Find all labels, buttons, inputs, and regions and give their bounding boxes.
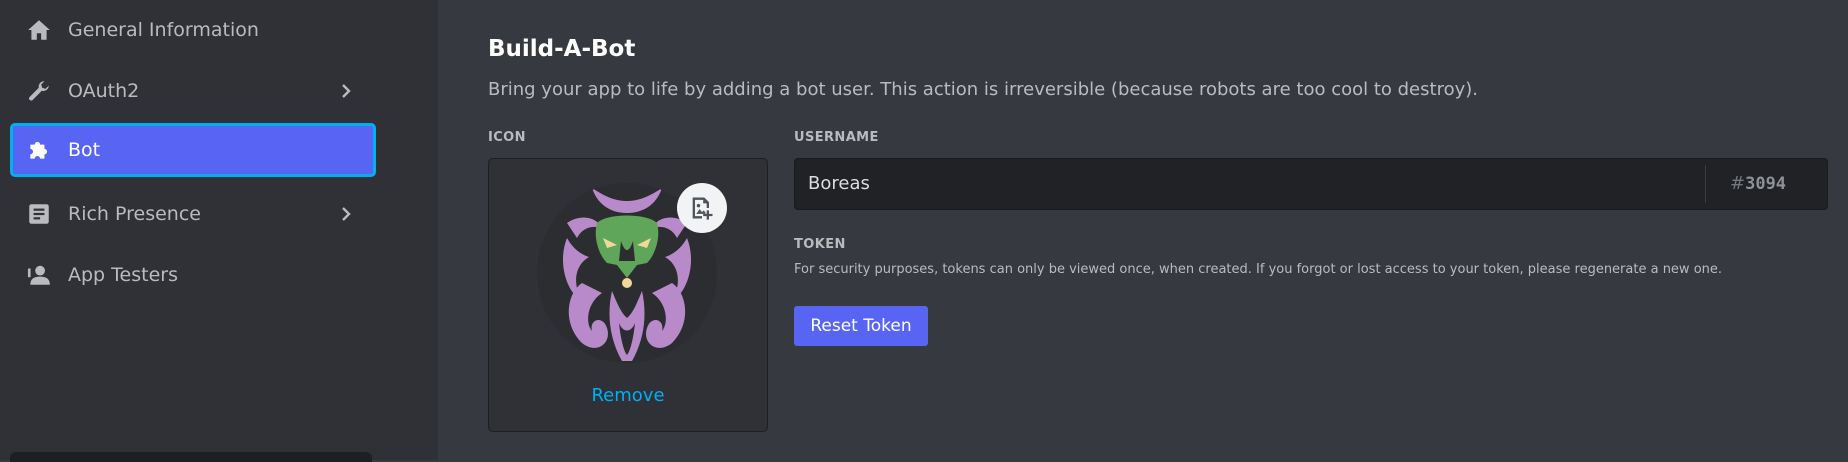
token-section-label: TOKEN (794, 237, 846, 252)
home-icon (28, 20, 50, 40)
divider (1705, 165, 1706, 203)
discriminator-hash: # (1730, 173, 1746, 194)
username-section-label: USERNAME (794, 130, 879, 145)
token-description: For security purposes, tokens can only b… (794, 262, 1723, 277)
image-plus-icon (692, 197, 713, 220)
chevron-right-icon (342, 84, 351, 98)
bot-settings-panel: Build-A-Bot Bring your app to life by ad… (438, 0, 1848, 460)
bot-icon-uploader[interactable]: Remove (488, 158, 768, 432)
remove-icon-link[interactable]: Remove (489, 385, 767, 406)
username-input[interactable]: Boreas #3094 (794, 158, 1828, 210)
chevron-right-icon (342, 207, 351, 221)
sidebar-item-general-information[interactable]: General Information (10, 3, 376, 57)
sidebar-item-label: OAuth2 (68, 80, 140, 102)
sidebar-item-oauth2[interactable]: OAuth2 (10, 64, 376, 118)
page-subtitle: Bring your app to life by adding a bot u… (488, 79, 1478, 100)
wrench-icon (29, 81, 49, 101)
sidebar-item-label: Bot (68, 139, 101, 161)
sidebar-item-bot[interactable]: Bot (10, 123, 376, 177)
sidebar-item-label: Rich Presence (68, 203, 201, 225)
discriminator-number: 3094 (1745, 174, 1787, 194)
sidebar-footer-edge (10, 452, 372, 462)
sidebar-item-rich-presence[interactable]: Rich Presence (10, 187, 376, 241)
page-title: Build-A-Bot (488, 36, 636, 62)
reset-token-button[interactable]: Reset Token (794, 306, 928, 346)
discriminator: #3094 (1730, 173, 1786, 194)
icon-section-label: ICON (488, 130, 526, 145)
document-icon (29, 204, 49, 224)
sidebar: General Information OAuth2 Bot Rich Pres… (0, 0, 438, 462)
upload-image-button[interactable] (677, 183, 727, 233)
sidebar-item-label: General Information (68, 19, 259, 41)
username-value[interactable]: Boreas (808, 173, 870, 194)
sidebar-item-label: App Testers (68, 264, 178, 286)
puzzle-icon (30, 141, 48, 159)
person-icon (27, 265, 50, 285)
sidebar-item-app-testers[interactable]: App Testers (10, 248, 376, 302)
